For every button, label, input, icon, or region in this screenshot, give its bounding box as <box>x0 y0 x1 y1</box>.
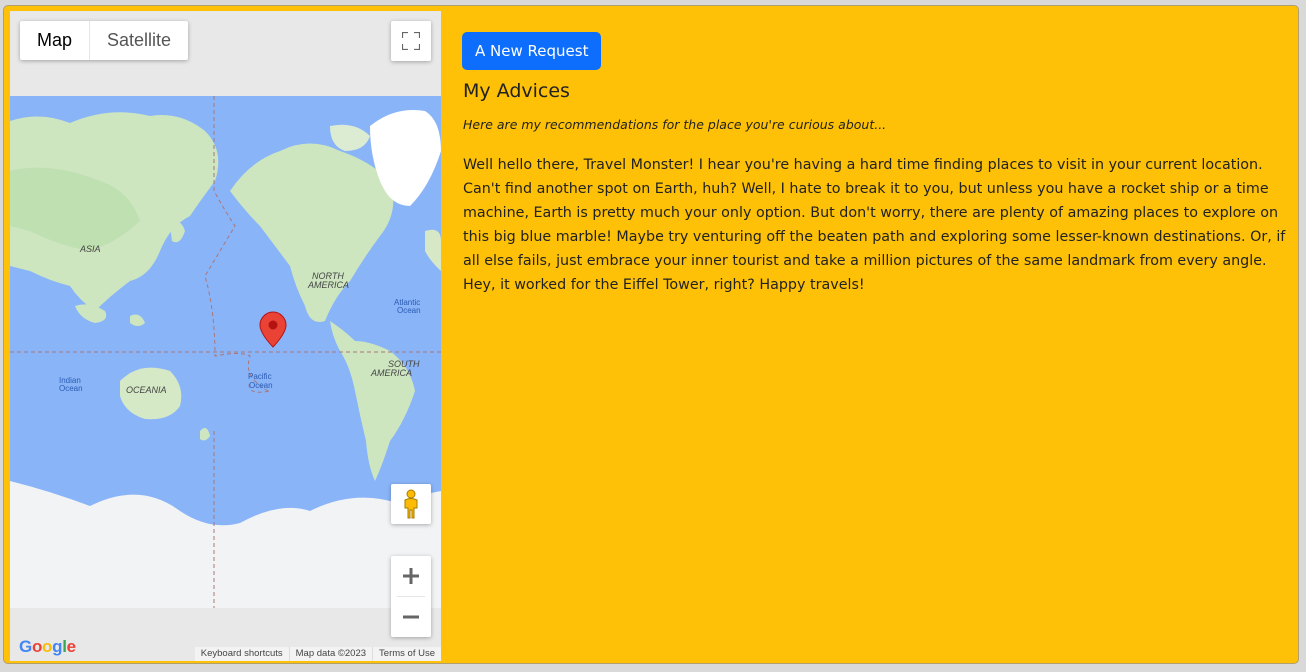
label-south-america-2: AMERICA <box>370 368 412 378</box>
map-canvas[interactable]: ASIA NORTH AMERICA SOUTH AMERICA OCEANIA… <box>10 11 441 661</box>
page-title: My Advices <box>463 80 570 102</box>
label-indian-2: Ocean <box>59 384 83 393</box>
map-attribution: Keyboard shortcuts Map data ©2023 Terms … <box>194 647 441 661</box>
zoom-in-button[interactable] <box>391 556 431 596</box>
terms-of-use-link[interactable]: Terms of Use <box>372 647 441 661</box>
google-logo-letter: o <box>31 637 43 656</box>
zoom-out-button[interactable] <box>391 597 431 637</box>
keyboard-shortcuts-link[interactable]: Keyboard shortcuts <box>195 647 289 661</box>
pegman-icon <box>404 489 418 519</box>
label-oceania: OCEANIA <box>126 385 167 395</box>
google-logo-letter: g <box>52 637 63 656</box>
google-logo-letter: o <box>42 637 53 656</box>
plus-icon <box>403 568 419 584</box>
map-type-control: Map Satellite <box>20 21 189 60</box>
google-logo-letter: G <box>19 637 32 656</box>
label-atlantic-2: Ocean <box>397 306 421 315</box>
advice-subtitle: Here are my recommendations for the plac… <box>463 117 887 132</box>
map-data-text: Map data ©2023 <box>288 647 372 661</box>
label-pacific-1: Pacific <box>248 372 272 381</box>
google-logo[interactable]: Google <box>19 637 76 657</box>
label-pacific-2: Ocean <box>249 381 273 390</box>
advice-text: Well hello there, Travel Monster! I hear… <box>463 157 1286 293</box>
minus-icon <box>403 615 419 619</box>
label-north-america-2: AMERICA <box>307 280 349 290</box>
zoom-control <box>391 556 431 637</box>
street-view-pegman-button[interactable] <box>391 484 431 524</box>
map-type-satellite-button[interactable]: Satellite <box>90 21 188 60</box>
map-type-map-button[interactable]: Map <box>20 21 89 60</box>
new-request-button[interactable]: A New Request <box>462 32 602 70</box>
label-asia: ASIA <box>79 244 101 254</box>
google-logo-letter: e <box>66 637 76 656</box>
fullscreen-icon <box>402 32 420 50</box>
fullscreen-button[interactable] <box>391 21 431 61</box>
map-view[interactable]: ASIA NORTH AMERICA SOUTH AMERICA OCEANIA… <box>10 11 441 661</box>
